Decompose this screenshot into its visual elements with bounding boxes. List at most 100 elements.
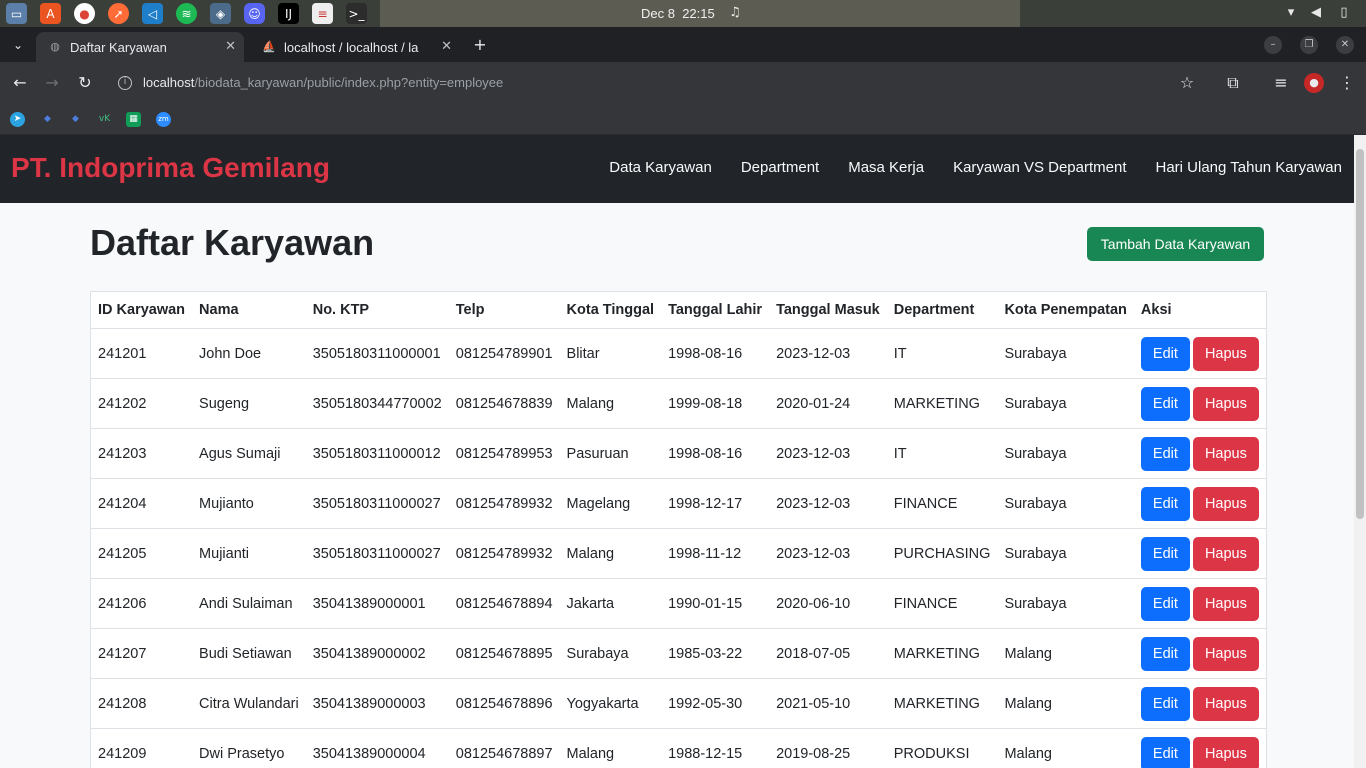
cell-nama: Budi Setiawan — [192, 628, 306, 679]
cell-kota-tinggal: Malang — [559, 378, 662, 429]
close-window-icon[interactable]: ✕ — [1336, 36, 1354, 54]
restore-icon[interactable]: ❐ — [1300, 36, 1318, 54]
terminal-icon[interactable]: >_ — [346, 3, 367, 24]
delete-button[interactable]: Hapus — [1192, 586, 1259, 621]
edit-button[interactable]: Edit — [1140, 536, 1190, 571]
volume-icon[interactable]: ◀ — [1308, 5, 1324, 21]
close-tab-icon[interactable]: ✕ — [441, 39, 452, 54]
cell-tanggal-masuk: 2023-12-03 — [769, 428, 887, 479]
discord-icon[interactable]: ☺ — [244, 3, 265, 24]
tab-phpmyadmin[interactable]: ⛵ localhost / localhost / la ✕ — [250, 32, 460, 62]
tab-label: Daftar Karyawan — [70, 39, 167, 55]
media-control-icon[interactable]: ≡ — [1271, 73, 1291, 93]
wifi-icon[interactable]: ▾ — [1283, 5, 1299, 21]
cell-kota-tinggal: Jakarta — [559, 578, 662, 629]
edit-button[interactable]: Edit — [1140, 636, 1190, 671]
vk-icon[interactable]: vK — [97, 112, 112, 127]
delete-button[interactable]: Hapus — [1192, 386, 1259, 421]
cell-telp: 081254678896 — [448, 678, 560, 729]
chrome-icon[interactable]: ● — [74, 3, 95, 24]
close-tab-icon[interactable]: ✕ — [225, 39, 236, 54]
nav-link-hari-ulang-tahun[interactable]: Hari Ulang Tahun Karyawan — [1156, 159, 1343, 176]
cell-telp: 081254678894 — [448, 578, 560, 629]
files-icon[interactable]: ▭ — [6, 3, 27, 24]
zoom-icon[interactable]: zm — [156, 112, 171, 127]
nav-link-department[interactable]: Department — [741, 159, 819, 176]
site-info-icon[interactable]: i — [118, 76, 132, 90]
cell-aksi: Edit Hapus — [1133, 528, 1267, 579]
url-text[interactable]: localhost/biodata_karyawan/public/index.… — [143, 75, 503, 90]
nav-link-data-karyawan[interactable]: Data Karyawan — [609, 159, 712, 176]
page-viewport: PT. Indoprima Gemilang Data Karyawan Dep… — [0, 135, 1354, 768]
delete-button[interactable]: Hapus — [1192, 686, 1259, 721]
intellij-icon[interactable]: IJ — [278, 3, 299, 24]
database-icon[interactable]: ◈ — [210, 3, 231, 24]
column-header: Tanggal Masuk — [769, 291, 887, 329]
edit-button[interactable]: Edit — [1140, 736, 1190, 768]
sheets-icon[interactable]: ▦ — [126, 112, 141, 127]
cell-tanggal-lahir: 1992-05-30 — [661, 678, 770, 729]
cell-department: IT — [886, 428, 998, 479]
postman-icon[interactable]: ➚ — [108, 3, 129, 24]
back-icon[interactable]: ← — [10, 73, 30, 93]
cell-kota-penempatan: Malang — [997, 728, 1134, 768]
delete-button[interactable]: Hapus — [1192, 636, 1259, 671]
column-header: Kota Tinggal — [559, 291, 662, 329]
cell-department: FINANCE — [886, 578, 998, 629]
edit-button[interactable]: Edit — [1140, 336, 1190, 371]
nav-link-masa-kerja[interactable]: Masa Kerja — [848, 159, 924, 176]
cell-ktp: 3505180344770002 — [305, 378, 449, 429]
document-viewer-icon[interactable]: ≡ — [312, 3, 333, 24]
vscode-icon[interactable]: ◁ — [142, 3, 163, 24]
page-scrollbar[interactable] — [1354, 135, 1366, 768]
delete-button[interactable]: Hapus — [1192, 336, 1259, 371]
bookmarks-bar: ➤ ◆ ◆ vK ▦ zm — [0, 104, 1366, 135]
forward-icon[interactable]: → — [42, 73, 62, 93]
table-row: 241203 Agus Sumaji 3505180311000012 0812547… — [90, 428, 1267, 479]
cell-tanggal-lahir: 1998-11-12 — [661, 528, 770, 579]
delete-button[interactable]: Hapus — [1192, 436, 1259, 471]
cell-ktp: 35041389000002 — [305, 628, 449, 679]
brand-title[interactable]: PT. Indoprima Gemilang — [11, 152, 330, 184]
diamond-icon[interactable]: ◆ — [40, 112, 55, 127]
delete-button[interactable]: Hapus — [1192, 486, 1259, 521]
app-store-icon[interactable]: A — [40, 3, 61, 24]
cell-department: FINANCE — [886, 478, 998, 529]
menu-icon[interactable]: ⋮ — [1337, 73, 1357, 93]
address-bar[interactable]: i localhost/biodata_karyawan/public/inde… — [108, 68, 1208, 98]
profile-avatar-icon[interactable]: ● — [1304, 73, 1324, 93]
cell-kota-tinggal: Blitar — [559, 328, 662, 379]
cell-tanggal-masuk: 2020-01-24 — [769, 378, 887, 429]
edit-button[interactable]: Edit — [1140, 686, 1190, 721]
cell-ktp: 35041389000004 — [305, 728, 449, 768]
cell-department: MARKETING — [886, 378, 998, 429]
notification-bell-icon[interactable]: ♫ — [727, 5, 743, 21]
cell-kota-penempatan: Surabaya — [997, 578, 1134, 629]
bookmark-star-icon[interactable]: ☆ — [1177, 73, 1197, 93]
table-row: 241209 Dwi Prasetyo 35041389000004 08125467… — [90, 728, 1267, 768]
battery-icon[interactable]: ▯ — [1336, 5, 1352, 21]
edit-button[interactable]: Edit — [1140, 586, 1190, 621]
extensions-icon[interactable]: ⧉ — [1223, 73, 1243, 93]
cell-department: MARKETING — [886, 678, 998, 729]
edit-button[interactable]: Edit — [1140, 436, 1190, 471]
cell-id: 241207 — [90, 628, 193, 679]
new-tab-icon[interactable]: + — [470, 35, 490, 55]
scrollbar-thumb[interactable] — [1356, 149, 1364, 519]
edit-button[interactable]: Edit — [1140, 486, 1190, 521]
tab-search-icon[interactable]: ⌄ — [8, 35, 28, 55]
add-employee-button[interactable]: Tambah Data Karyawan — [1087, 227, 1264, 261]
edit-button[interactable]: Edit — [1140, 386, 1190, 421]
minimize-icon[interactable]: – — [1264, 36, 1282, 54]
nav-link-karyawan-vs-department[interactable]: Karyawan VS Department — [953, 159, 1126, 176]
cell-tanggal-masuk: 2020-06-10 — [769, 578, 887, 629]
cell-ktp: 3505180311000012 — [305, 428, 449, 479]
clock[interactable]: Dec 8 22:15 — [641, 6, 715, 21]
reload-icon[interactable]: ↻ — [75, 73, 95, 93]
telegram-icon[interactable]: ➤ — [10, 112, 25, 127]
diamond-icon[interactable]: ◆ — [68, 112, 83, 127]
delete-button[interactable]: Hapus — [1192, 536, 1259, 571]
spotify-icon[interactable]: ≋ — [176, 3, 197, 24]
delete-button[interactable]: Hapus — [1192, 736, 1259, 768]
tab-daftar-karyawan[interactable]: ◍ Daftar Karyawan ✕ — [36, 32, 244, 62]
